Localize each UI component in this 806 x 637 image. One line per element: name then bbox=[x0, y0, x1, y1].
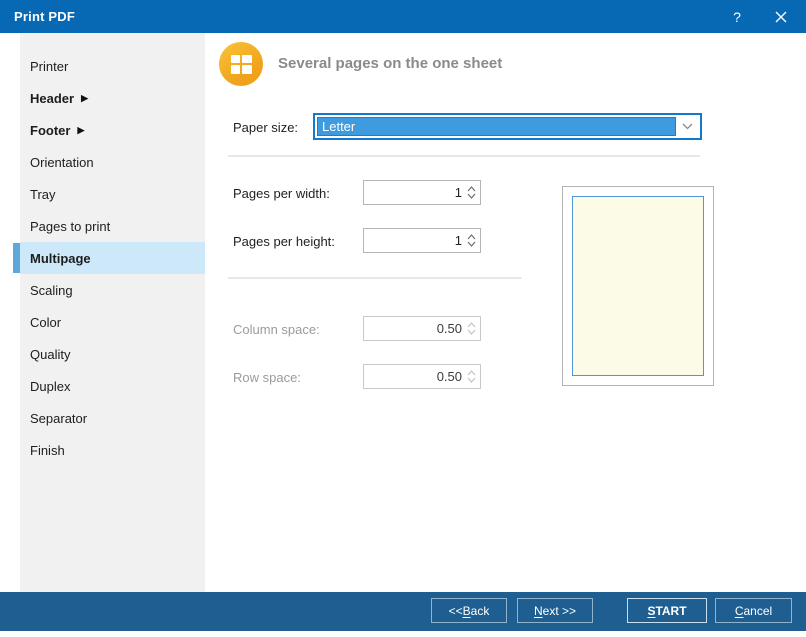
pages-per-height-stepper[interactable]: 1 bbox=[363, 228, 481, 253]
page-title: Several pages on the one sheet bbox=[278, 55, 502, 72]
sidebar-item-quality[interactable]: Quality bbox=[20, 338, 205, 370]
spin-down-icon[interactable] bbox=[467, 241, 476, 247]
sidebar-item-finish[interactable]: Finish bbox=[20, 434, 205, 466]
row-space-value: 0.50 bbox=[364, 369, 465, 384]
row-space-stepper: 0.50 bbox=[363, 364, 481, 389]
separator-line bbox=[228, 277, 522, 279]
column-space-label: Column space: bbox=[233, 322, 320, 337]
sidebar-item-label: Separator bbox=[30, 411, 87, 426]
selected-accent-bar bbox=[13, 243, 20, 273]
print-pdf-dialog: Print PDF ? Printer Header ▶ Footer ▶ bbox=[0, 0, 806, 637]
paper-size-selected-value: Letter bbox=[317, 117, 676, 136]
sidebar-item-color[interactable]: Color bbox=[20, 306, 205, 338]
pages-per-width-stepper[interactable]: 1 bbox=[363, 180, 481, 205]
spin-down-icon bbox=[467, 329, 476, 335]
help-icon[interactable]: ? bbox=[728, 8, 746, 26]
sidebar-item-label: Orientation bbox=[30, 155, 94, 170]
sidebar-item-header[interactable]: Header ▶ bbox=[20, 82, 205, 114]
sidebar-item-label: Quality bbox=[30, 347, 70, 362]
sidebar-item-label: Header bbox=[30, 91, 74, 106]
paper-size-label: Paper size: bbox=[233, 120, 298, 135]
title-bar: Print PDF ? bbox=[0, 0, 806, 33]
sidebar-item-separator[interactable]: Separator bbox=[20, 402, 205, 434]
spin-up-icon bbox=[467, 370, 476, 376]
sidebar-item-duplex[interactable]: Duplex bbox=[20, 370, 205, 402]
paper-size-select[interactable]: Letter bbox=[313, 113, 702, 140]
pages-per-width-value: 1 bbox=[364, 185, 465, 200]
sidebar-item-label: Duplex bbox=[30, 379, 70, 394]
settings-sidebar: Printer Header ▶ Footer ▶ Orientation Tr… bbox=[20, 33, 205, 592]
main-panel: Several pages on the one sheet Paper siz… bbox=[205, 33, 806, 592]
window-title: Print PDF bbox=[0, 9, 75, 24]
pages-per-width-label: Pages per width: bbox=[233, 186, 330, 201]
spin-down-icon bbox=[467, 377, 476, 383]
spin-down-icon[interactable] bbox=[467, 193, 476, 199]
sidebar-item-label: Tray bbox=[30, 187, 56, 202]
pages-per-height-label: Pages per height: bbox=[233, 234, 335, 249]
sidebar-item-label: Footer bbox=[30, 123, 70, 138]
column-space-stepper: 0.50 bbox=[363, 316, 481, 341]
sidebar-item-footer[interactable]: Footer ▶ bbox=[20, 114, 205, 146]
next-button[interactable]: Next >> bbox=[517, 598, 593, 623]
preview-page bbox=[572, 196, 704, 376]
footer-bar: << Back Next >> START Cancel bbox=[0, 592, 806, 631]
sidebar-menu: Printer Header ▶ Footer ▶ Orientation Tr… bbox=[20, 50, 205, 466]
sidebar-item-label: Color bbox=[30, 315, 61, 330]
sidebar-item-printer[interactable]: Printer bbox=[20, 50, 205, 82]
multipage-grid-icon bbox=[219, 42, 263, 86]
back-button[interactable]: << Back bbox=[431, 598, 507, 623]
row-space-label: Row space: bbox=[233, 370, 301, 385]
sidebar-item-orientation[interactable]: Orientation bbox=[20, 146, 205, 178]
sidebar-item-label: Pages to print bbox=[30, 219, 110, 234]
close-icon[interactable] bbox=[772, 8, 790, 26]
sidebar-item-multipage[interactable]: Multipage bbox=[20, 242, 205, 274]
submenu-arrow-icon: ▶ bbox=[81, 94, 88, 103]
chevron-down-icon[interactable] bbox=[676, 117, 698, 136]
sidebar-item-label: Multipage bbox=[30, 251, 91, 266]
submenu-arrow-icon: ▶ bbox=[77, 126, 84, 135]
sidebar-item-label: Scaling bbox=[30, 283, 73, 298]
column-space-value: 0.50 bbox=[364, 321, 465, 336]
cancel-button[interactable]: Cancel bbox=[715, 598, 792, 623]
sidebar-item-label: Printer bbox=[30, 59, 68, 74]
sidebar-item-tray[interactable]: Tray bbox=[20, 178, 205, 210]
spin-up-icon bbox=[467, 322, 476, 328]
spin-up-icon[interactable] bbox=[467, 186, 476, 192]
sidebar-item-label: Finish bbox=[30, 443, 65, 458]
sidebar-item-scaling[interactable]: Scaling bbox=[20, 274, 205, 306]
pages-per-height-value: 1 bbox=[364, 233, 465, 248]
spin-up-icon[interactable] bbox=[467, 234, 476, 240]
sheet-preview bbox=[562, 186, 714, 386]
start-button[interactable]: START bbox=[627, 598, 707, 623]
separator-line bbox=[228, 155, 700, 157]
sidebar-item-pages-to-print[interactable]: Pages to print bbox=[20, 210, 205, 242]
